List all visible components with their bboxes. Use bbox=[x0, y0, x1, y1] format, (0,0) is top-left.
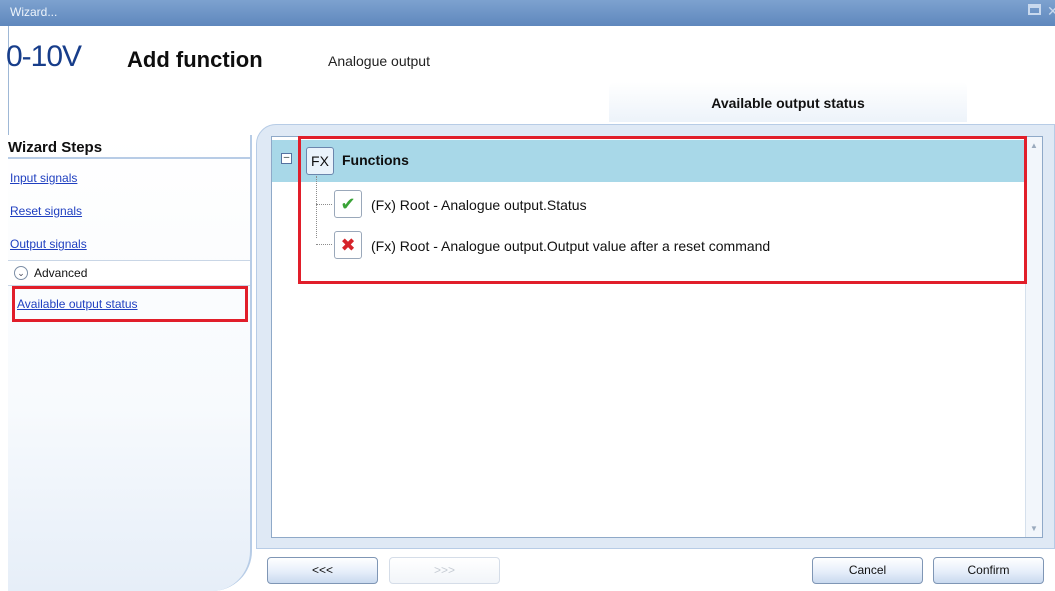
window-title-bar: Wizard... ✕ bbox=[0, 0, 1055, 26]
active-step-label[interactable]: Available output status bbox=[17, 297, 138, 311]
logo-0-10v: 0-10V bbox=[6, 40, 82, 73]
next-button[interactable]: >>> bbox=[389, 557, 500, 584]
collapse-icon[interactable]: – bbox=[281, 153, 292, 164]
step-available-output-status[interactable]: Available output status bbox=[12, 286, 248, 322]
section-tab: Available output status bbox=[609, 82, 967, 122]
confirm-button[interactable]: Confirm bbox=[933, 557, 1044, 584]
advanced-label: Advanced bbox=[34, 266, 88, 280]
page-title: Add function bbox=[127, 47, 263, 72]
divider bbox=[8, 157, 250, 159]
step-output-signals[interactable]: Output signals bbox=[10, 237, 87, 251]
restore-icon[interactable] bbox=[1028, 4, 1041, 15]
highlight-box bbox=[298, 136, 1027, 284]
cancel-button[interactable]: Cancel bbox=[812, 557, 923, 584]
step-input-signals[interactable]: Input signals bbox=[10, 171, 77, 185]
vertical-scrollbar[interactable]: ▲ ▼ bbox=[1025, 137, 1042, 537]
back-button[interactable]: <<< bbox=[267, 557, 378, 584]
close-icon[interactable]: ✕ bbox=[1047, 3, 1055, 20]
wizard-steps-title: Wizard Steps bbox=[8, 139, 103, 156]
window-title: Wizard... bbox=[10, 5, 58, 19]
chevron-down-icon[interactable]: ⌄ bbox=[14, 266, 28, 280]
advanced-section-header[interactable]: ⌄ Advanced bbox=[8, 260, 250, 286]
page-subtitle: Analogue output bbox=[328, 53, 430, 69]
scroll-down-icon[interactable]: ▼ bbox=[1030, 524, 1038, 533]
scroll-up-icon[interactable]: ▲ bbox=[1030, 141, 1038, 150]
step-reset-signals[interactable]: Reset signals bbox=[10, 204, 82, 218]
